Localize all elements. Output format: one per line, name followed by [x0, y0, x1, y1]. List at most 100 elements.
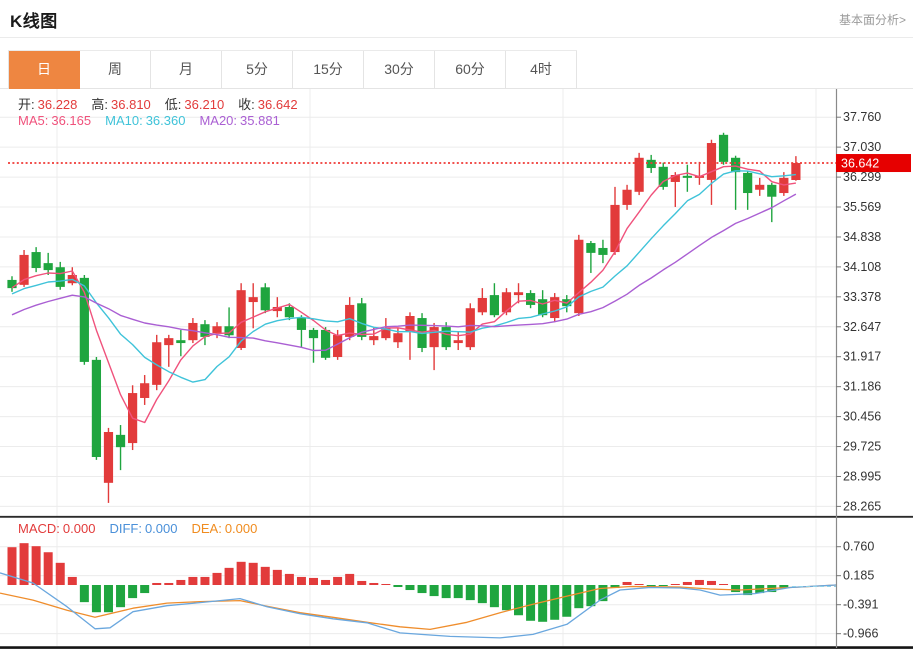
page-title: K线图 — [10, 7, 58, 32]
candle-body — [647, 160, 656, 168]
macd-bar — [623, 582, 632, 585]
macd-bar — [140, 585, 149, 593]
candle-body — [44, 263, 53, 270]
page-header: K线图 基本面分析> — [0, 0, 913, 38]
tab-min5[interactable]: 5分 — [222, 51, 293, 89]
price-tick-label: 35.569 — [843, 200, 881, 214]
open-value: 36.228 — [38, 97, 78, 112]
macd-bar — [104, 585, 113, 612]
ma5-label: MA5: — [18, 113, 48, 128]
price-tick-label: 37.760 — [843, 110, 881, 124]
macd-bar — [562, 585, 571, 617]
candle-body — [767, 185, 776, 197]
macd-bar — [68, 577, 77, 585]
dea-label: DEA: — [191, 521, 221, 536]
close-value: 36.642 — [258, 97, 298, 112]
macd-bar — [309, 578, 318, 585]
candle-body — [731, 158, 740, 172]
ma5-line — [12, 166, 796, 422]
macd-bar — [490, 585, 499, 607]
candle-body — [116, 435, 125, 447]
tab-hour4[interactable]: 4时 — [506, 51, 577, 89]
macd-bar — [225, 568, 234, 585]
macd-bar — [466, 585, 475, 600]
candle-body — [683, 176, 692, 178]
candle-body — [526, 293, 535, 305]
candle-body — [442, 327, 451, 347]
macd-bar — [719, 584, 728, 585]
candle-body — [369, 336, 378, 340]
candle-body — [212, 326, 221, 333]
ohlc-readout-row: 开:36.228高:36.810低:36.210收:36.642 — [18, 94, 312, 113]
candle-body — [104, 432, 113, 483]
macd-bar — [381, 584, 390, 585]
price-tick-label: 28.995 — [843, 469, 881, 483]
candle-body — [791, 163, 800, 180]
candle-body — [622, 190, 631, 205]
macd-bar — [430, 585, 439, 596]
candle-body — [32, 252, 41, 268]
ma10-value: 36.360 — [146, 113, 186, 128]
candle-body — [200, 324, 209, 337]
candle-body — [755, 185, 764, 190]
macd-tick-label: 0.185 — [843, 569, 874, 583]
candle-body — [454, 340, 463, 343]
macd-bar — [200, 577, 209, 585]
candle-body — [345, 305, 354, 337]
high-label: 高: — [91, 97, 108, 112]
macd-bar — [321, 580, 330, 585]
macd-bar — [297, 577, 306, 585]
candle-body — [598, 248, 607, 255]
tab-min60[interactable]: 60分 — [435, 51, 506, 89]
macd-bar — [405, 585, 414, 590]
macd-bar — [526, 585, 535, 621]
price-tick-label: 37.030 — [843, 140, 881, 154]
price-tick-label: 31.186 — [843, 380, 881, 394]
tab-min15[interactable]: 15分 — [293, 51, 364, 89]
tab-week[interactable]: 周 — [80, 51, 151, 89]
candle-body — [297, 318, 306, 330]
candle-body — [56, 267, 65, 287]
price-tick-label: 32.647 — [843, 320, 881, 334]
candle-body — [490, 295, 499, 315]
macd-bar — [369, 583, 378, 585]
interval-tab-bar: 日周月5分15分30分60分4时 — [8, 50, 577, 89]
macd-bar — [671, 584, 680, 585]
macd-bar — [285, 574, 294, 585]
macd-bar — [357, 581, 366, 585]
candle-body — [574, 240, 583, 313]
macd-bar — [333, 577, 342, 585]
dea-value: 0.000 — [225, 521, 258, 536]
macd-bar — [478, 585, 487, 603]
tab-min30[interactable]: 30分 — [364, 51, 435, 89]
candle-body — [466, 308, 475, 347]
tab-day[interactable]: 日 — [9, 51, 80, 89]
close-label: 收: — [238, 97, 255, 112]
candle-body — [743, 173, 752, 193]
candle-body — [586, 243, 595, 253]
tab-month[interactable]: 月 — [151, 51, 222, 89]
macd-bar — [514, 585, 523, 615]
fundamental-analysis-link[interactable]: 基本面分析> — [839, 11, 906, 28]
candle-body — [502, 292, 511, 312]
candle-body — [176, 340, 185, 343]
candle-body — [7, 280, 16, 288]
candle-body — [261, 287, 270, 310]
macd-bar — [261, 567, 270, 585]
candle-body — [478, 298, 487, 312]
current-price-tag-value: 36.642 — [841, 157, 879, 171]
price-tick-label: 29.725 — [843, 440, 881, 454]
macd-bar — [502, 585, 511, 610]
macd-bar — [249, 563, 258, 585]
macd-bar — [44, 552, 53, 585]
macd-bar — [237, 562, 246, 585]
candle-body — [321, 330, 330, 358]
macd-bar — [707, 581, 716, 585]
candle-body — [140, 383, 149, 398]
ma-readout-row: MA5:36.165MA10:36.360MA20:35.881 — [18, 113, 294, 128]
candle-body — [707, 143, 716, 180]
price-tick-label: 30.456 — [843, 410, 881, 424]
macd-label: MACD: — [18, 521, 60, 536]
macd-bar — [128, 585, 137, 598]
price-tick-label: 34.108 — [843, 260, 881, 274]
